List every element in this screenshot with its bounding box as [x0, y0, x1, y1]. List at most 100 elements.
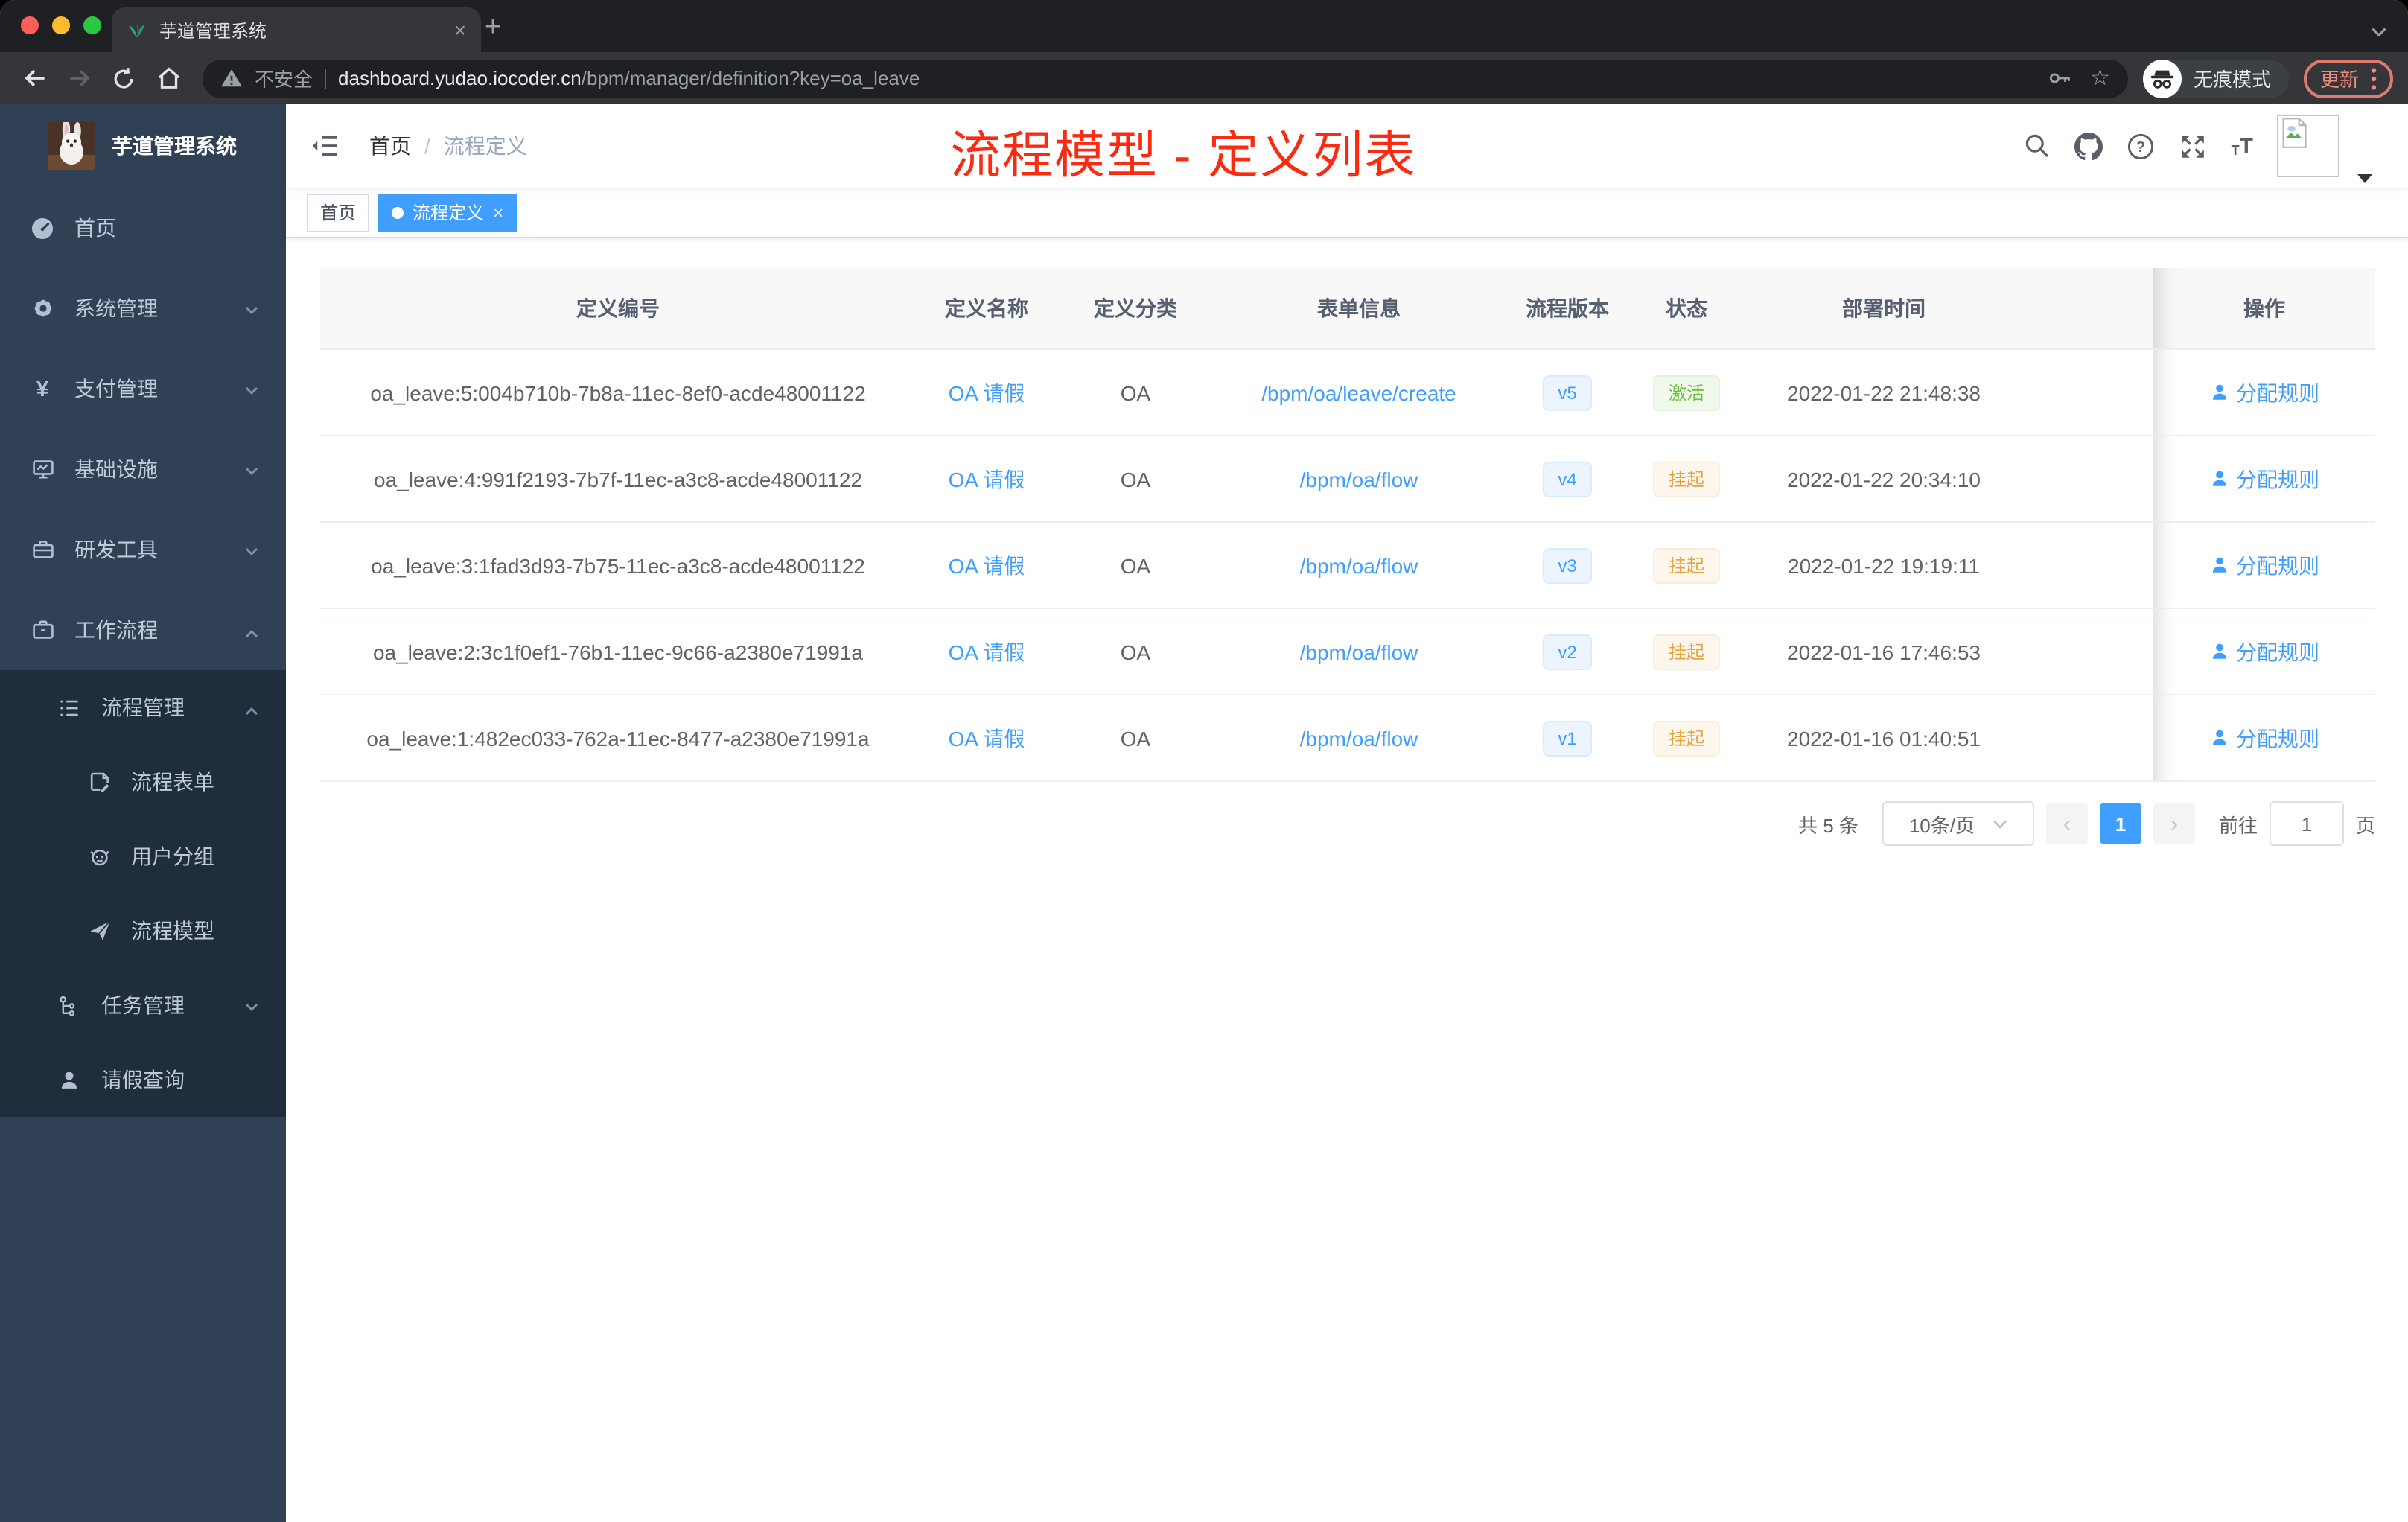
search-icon[interactable] — [2025, 133, 2051, 159]
status-badge: 挂起 — [1653, 634, 1719, 669]
chrome-update-button[interactable]: 更新 — [2303, 59, 2393, 98]
close-tag-icon[interactable]: × — [493, 202, 503, 223]
page-annotation: 流程模型 - 定义列表 — [950, 128, 1417, 185]
fullscreen-icon[interactable] — [2179, 132, 2208, 160]
version-badge: v2 — [1543, 634, 1592, 669]
pagination: 共 5 条 10条/页 ‹ 1 › 前往 页 — [320, 801, 2375, 846]
version-badge: v4 — [1543, 461, 1592, 497]
assign-rule-link[interactable]: 分配规则 — [2209, 723, 2319, 753]
definition-name-link[interactable]: OA 请假 — [949, 380, 1025, 404]
definition-id: oa_leave:1:482ec033-762a-11ec-8477-a2380… — [320, 695, 916, 782]
form-link[interactable]: /bpm/oa/leave/create — [1261, 380, 1456, 404]
assign-rule-label: 分配规则 — [2236, 380, 2319, 404]
form-link[interactable]: /bpm/oa/flow — [1300, 726, 1418, 750]
table-row: oa_leave:2:3c1f0ef1-76b1-11ec-9c66-a2380… — [320, 608, 2375, 695]
tab-search-chevron-icon[interactable] — [2371, 19, 2387, 46]
sidebar-item-home[interactable]: 首页 — [0, 188, 286, 268]
sidebar-collapse-icon[interactable] — [310, 130, 343, 162]
sidebar-item-devtools[interactable]: 研发工具 — [0, 509, 286, 590]
sidebar-item-system[interactable]: 系统管理 — [0, 268, 286, 348]
sidebar-item-task-management[interactable]: 任务管理 — [0, 968, 286, 1042]
definition-name-link[interactable]: OA 请假 — [949, 553, 1025, 577]
user-icon — [2211, 643, 2226, 659]
assign-rule-link[interactable]: 分配规则 — [2209, 464, 2319, 494]
sidebar-item-process-management[interactable]: 流程管理 — [0, 670, 286, 745]
col-definition-id: 定义编号 — [320, 268, 916, 350]
sidebar-item-payment[interactable]: ¥ 支付管理 — [0, 348, 286, 429]
help-icon[interactable]: ? — [2127, 132, 2156, 160]
col-filler — [2025, 268, 2153, 350]
browser-menu-dots-icon[interactable] — [2371, 66, 2377, 90]
paper-plane-icon — [86, 918, 112, 943]
chevron-down-icon — [243, 996, 261, 1020]
new-tab-button[interactable]: + — [474, 9, 512, 48]
definition-name-link[interactable]: OA 请假 — [949, 640, 1025, 663]
back-icon[interactable] — [15, 59, 54, 98]
status-badge: 挂起 — [1653, 720, 1719, 756]
home-icon[interactable] — [149, 59, 188, 98]
page-size-select[interactable]: 10条/页 — [1882, 801, 2034, 846]
sidebar-item-process-form[interactable]: 流程表单 — [0, 745, 286, 819]
col-deploy-time: 部署时间 — [1742, 268, 2025, 350]
sidebar-item-leave-query[interactable]: 请假查询 — [0, 1042, 286, 1117]
minimize-window-button[interactable] — [52, 16, 70, 34]
status-badge: 挂起 — [1653, 547, 1719, 583]
sidebar-item-process-model[interactable]: 流程模型 — [0, 894, 286, 968]
form-link[interactable]: /bpm/oa/flow — [1300, 553, 1418, 577]
incognito-badge: 无痕模式 — [2142, 59, 2289, 98]
sidebar-item-infrastructure[interactable]: 基础设施 — [0, 429, 286, 509]
bookmark-star-icon[interactable]: ☆ — [2090, 67, 2110, 89]
page-size-value: 10条/页 — [1908, 814, 1975, 836]
svg-text:?: ? — [2137, 138, 2146, 155]
tab-title: 芋道管理系统 — [159, 20, 267, 41]
key-icon[interactable] — [2047, 66, 2072, 91]
update-label[interactable]: 更新 — [2320, 64, 2359, 92]
app-navbar: 首页 / 流程定义 流程模型 - 定义列表 ? T T — [286, 104, 2408, 188]
prev-page-button[interactable]: ‹ — [2045, 803, 2088, 844]
form-link[interactable]: /bpm/oa/flow — [1300, 467, 1418, 491]
sidebar: 芋道管理系统 首页 系统管理 ¥ 支付管理 基础设施 研发工具 工作流程 流程管… — [0, 104, 286, 1522]
definition-name-link[interactable]: OA 请假 — [949, 726, 1025, 750]
tag-home[interactable]: 首页 — [307, 193, 370, 232]
close-window-button[interactable] — [21, 16, 39, 34]
page-1-button[interactable]: 1 — [2099, 803, 2141, 844]
user-icon — [2211, 730, 2226, 745]
security-label[interactable]: 不安全 — [255, 64, 313, 92]
avatar-caret-down-icon[interactable] — [2357, 174, 2372, 183]
form-link[interactable]: /bpm/oa/flow — [1300, 640, 1418, 663]
deploy-time: 2022-01-22 20:34:10 — [1742, 436, 2025, 523]
deploy-time: 2022-01-22 21:48:38 — [1742, 349, 2025, 436]
browser-tab[interactable]: 芋道管理系统 × — [112, 7, 481, 52]
sidebar-item-workflow[interactable]: 工作流程 — [0, 590, 286, 670]
sidebar-item-label: 用户分组 — [131, 844, 214, 868]
chevron-down-icon — [243, 380, 261, 404]
url-text[interactable]: dashboard.yudao.iocoder.cn/bpm/manager/d… — [338, 67, 2035, 89]
font-size-icon[interactable]: TT — [2232, 135, 2253, 157]
next-page-button[interactable]: › — [2153, 803, 2195, 844]
avatar-broken-image[interactable] — [2277, 115, 2339, 177]
goto-page-input[interactable] — [2269, 801, 2344, 846]
sidebar-item-label: 流程表单 — [131, 770, 214, 794]
document-edit-icon — [86, 769, 112, 795]
github-icon[interactable] — [2074, 132, 2103, 160]
deploy-time: 2022-01-16 17:46:53 — [1742, 608, 2025, 695]
sidebar-item-user-group[interactable]: 用户分组 — [0, 819, 286, 894]
breadcrumb-home[interactable]: 首页 — [369, 131, 411, 161]
window-controls — [21, 16, 101, 34]
zoom-window-button[interactable] — [83, 16, 101, 34]
close-tab-icon[interactable]: × — [454, 18, 466, 42]
address-bar[interactable]: 不安全 dashboard.yudao.iocoder.cn/bpm/manag… — [203, 59, 2128, 98]
reload-icon[interactable] — [104, 59, 143, 98]
definition-name-link[interactable]: OA 请假 — [949, 467, 1025, 491]
assign-rule-link[interactable]: 分配规则 — [2209, 637, 2319, 666]
security-warning-icon[interactable] — [220, 67, 243, 89]
sidebar-menu: 首页 系统管理 ¥ 支付管理 基础设施 研发工具 工作流程 流程管理 流程表单 … — [0, 188, 286, 1117]
definition-category: OA — [1057, 522, 1214, 609]
app-logo[interactable]: 芋道管理系统 — [0, 104, 286, 188]
status-badge: 激活 — [1653, 375, 1719, 410]
forward-icon[interactable] — [60, 59, 98, 98]
assign-rule-link[interactable]: 分配规则 — [2209, 378, 2319, 407]
assign-rule-link[interactable]: 分配规则 — [2209, 550, 2319, 580]
col-actions: 操作 — [2153, 268, 2375, 350]
tag-process-definition[interactable]: 流程定义 × — [378, 193, 517, 232]
